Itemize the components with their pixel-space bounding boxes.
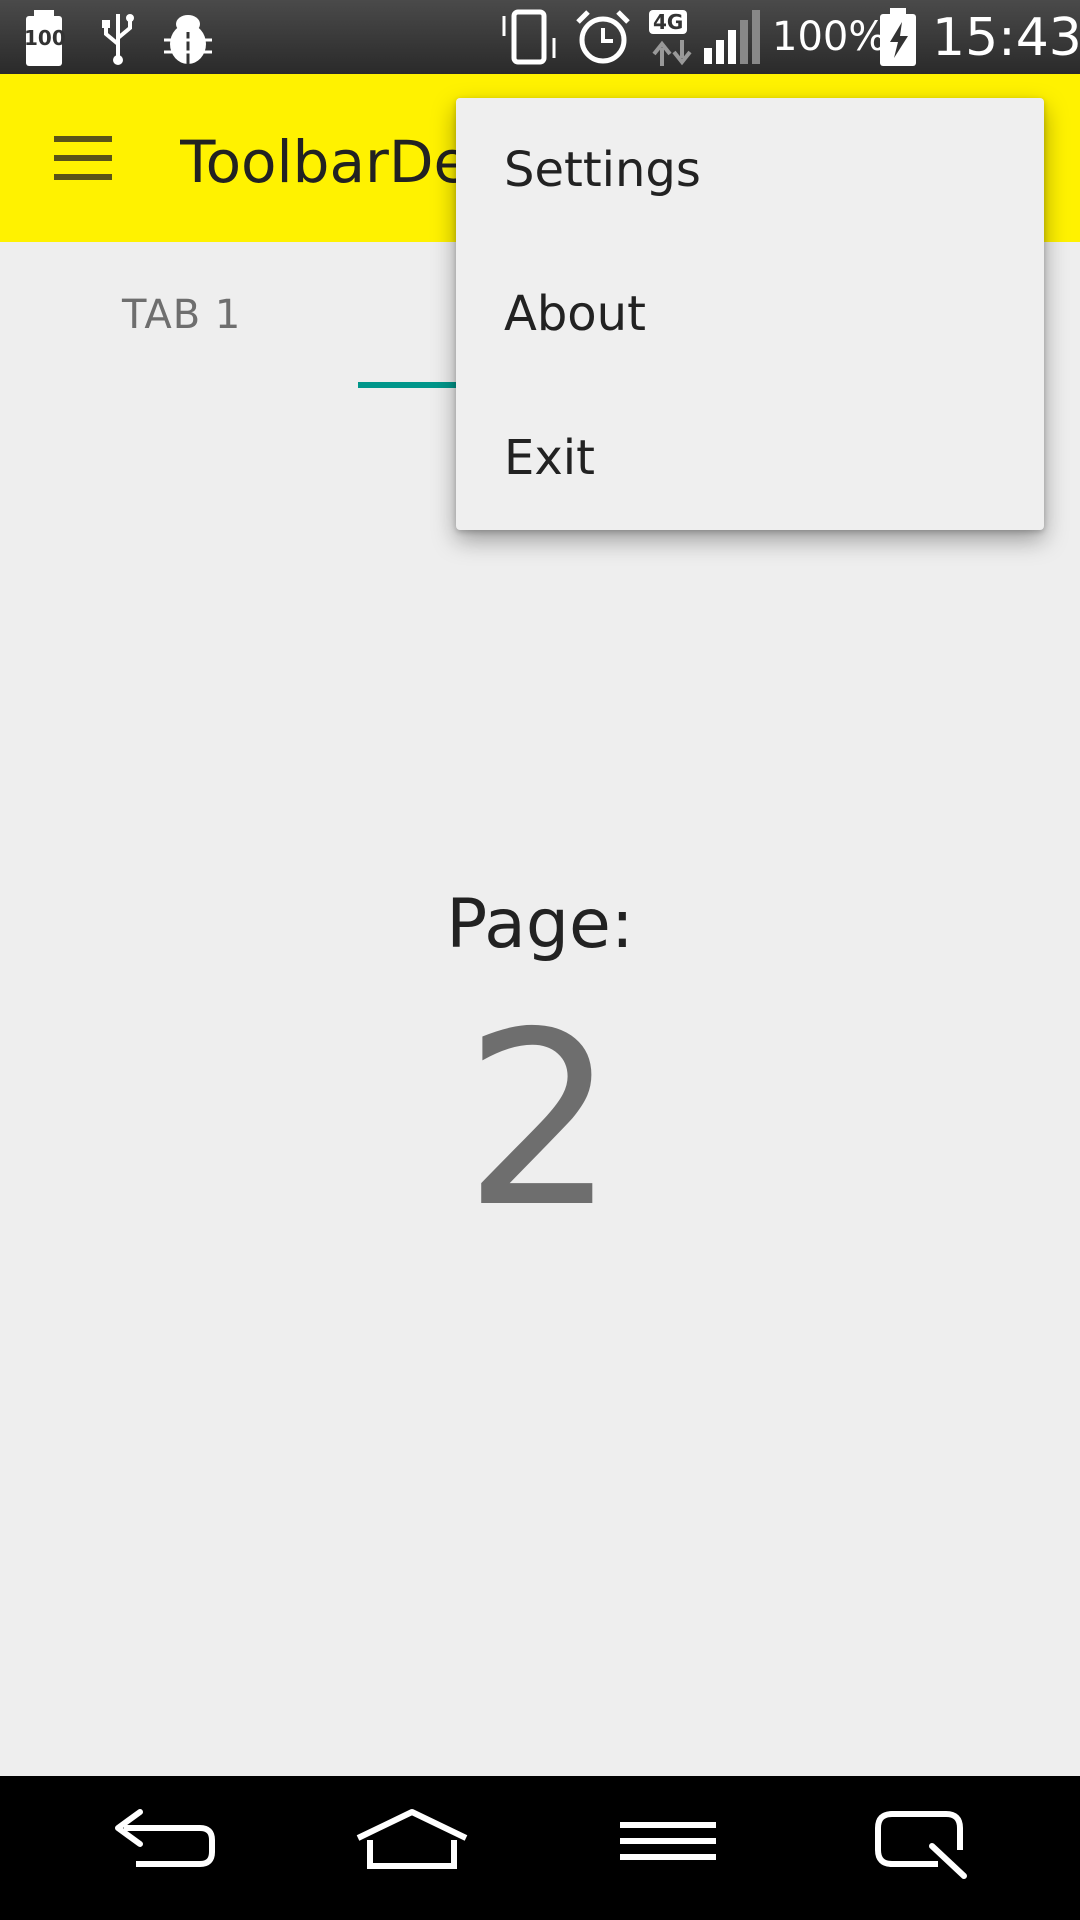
home-icon[interactable]	[352, 1806, 472, 1890]
network-4g-icon: 4G	[649, 10, 688, 34]
back-icon[interactable]	[104, 1806, 220, 1890]
battery-level-text: 100	[24, 26, 66, 50]
vibrate-icon	[502, 9, 556, 65]
signal-icon	[704, 10, 760, 64]
overflow-menu: Settings About Exit	[456, 98, 1044, 530]
page-number: 2	[463, 980, 617, 1260]
menu-item-exit[interactable]: Exit	[456, 386, 1044, 530]
toolbar-title: ToolbarDemo	[180, 128, 480, 196]
menu-icon[interactable]	[618, 1806, 718, 1890]
usb-icon	[102, 14, 134, 65]
menu-item-about[interactable]: About	[456, 242, 1044, 386]
tab-1[interactable]: TAB 1	[122, 292, 241, 338]
navigation-bar	[0, 1776, 1080, 1920]
page-label: Page:	[446, 885, 634, 964]
battery-charging-icon	[880, 8, 916, 66]
qslide-icon[interactable]	[872, 1806, 972, 1890]
status-bar: 100 4G 100% 15:43	[0, 0, 1080, 74]
alarm-icon	[576, 10, 630, 64]
battery-percent: 100%	[772, 14, 887, 60]
menu-item-settings[interactable]: Settings	[456, 98, 1044, 242]
data-arrows-icon	[652, 40, 692, 66]
debug-bug-icon	[164, 15, 212, 64]
clock-time: 15:43	[932, 8, 1080, 68]
hamburger-menu-icon[interactable]	[54, 136, 112, 180]
